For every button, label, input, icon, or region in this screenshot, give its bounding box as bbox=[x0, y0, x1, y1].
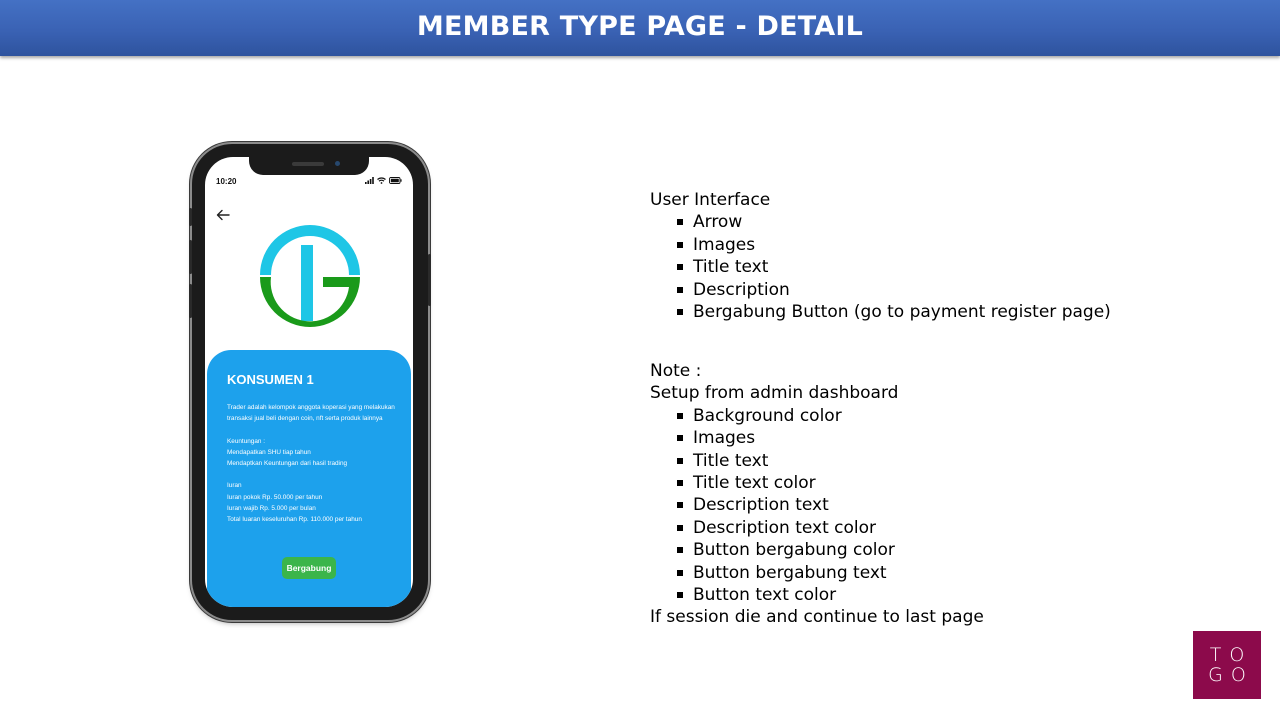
fee-item: Iuran wajib Rp. 5.000 per bulan bbox=[227, 504, 316, 512]
speaker-grill bbox=[292, 162, 324, 166]
session-note: If session die and continue to last page bbox=[650, 607, 984, 628]
benefit-item: Mendapatkan SHU tiap tahun bbox=[227, 448, 311, 456]
setup-item: Button bergabung color bbox=[650, 539, 1170, 561]
description-text: Trader adalah kelompok anggota koperasi … bbox=[227, 404, 395, 423]
setup-item: Button text color bbox=[650, 584, 1170, 606]
badge-line-bottom: GO bbox=[1208, 664, 1254, 686]
fee-item: Iuran pokok Rp. 50.000 per tahun bbox=[227, 493, 323, 501]
setup-items-list: Background color Images Title text Title… bbox=[650, 405, 1170, 607]
setup-item: Button bergabung text bbox=[650, 562, 1170, 584]
setup-item: Title text bbox=[650, 450, 1170, 472]
bergabung-button[interactable]: Bergabung bbox=[282, 557, 336, 579]
status-icons bbox=[365, 176, 402, 184]
volume-down-button bbox=[189, 284, 192, 318]
member-type-title: KONSUMEN 1 bbox=[227, 372, 314, 387]
header-banner: MEMBER TYPE PAGE - DETAIL bbox=[0, 0, 1280, 56]
battery-icon bbox=[389, 177, 402, 184]
ui-item: Title text bbox=[650, 256, 1170, 278]
setup-item: Description text bbox=[650, 494, 1170, 516]
benefit-item: Mendaptkan Keuntungan dari hasil trading bbox=[227, 460, 348, 467]
phone-screen: 10:20 KONSUMEN 1 Trader adalah kelompok … bbox=[205, 157, 413, 607]
mute-switch bbox=[189, 208, 192, 226]
fee-item: Total Iuaran keseluruhan Rp. 110.000 per… bbox=[227, 516, 362, 523]
ui-items-list: Arrow Images Title text Description Berg… bbox=[650, 211, 1170, 323]
phone-mockup: 10:20 KONSUMEN 1 Trader adalah kelompok … bbox=[189, 144, 431, 620]
volume-up-button bbox=[189, 240, 192, 274]
front-camera bbox=[335, 161, 340, 166]
ui-item: Images bbox=[650, 234, 1170, 256]
signal-icon bbox=[365, 177, 374, 184]
slide-title: MEMBER TYPE PAGE - DETAIL bbox=[416, 11, 864, 42]
ui-item: Description bbox=[650, 279, 1170, 301]
member-type-description: Trader adalah kelompok anggota koperasi … bbox=[227, 402, 399, 525]
fees-label: Iuran bbox=[227, 482, 242, 490]
badge-line-top: TO bbox=[1209, 644, 1253, 666]
togo-logo bbox=[260, 225, 360, 327]
setup-item: Images bbox=[650, 427, 1170, 449]
back-arrow-icon[interactable] bbox=[215, 207, 231, 223]
note-heading: Note : bbox=[650, 360, 702, 381]
spec-notes: User Interface Arrow Images Title text D… bbox=[650, 189, 1170, 629]
wifi-icon bbox=[377, 177, 386, 184]
setup-item: Description text color bbox=[650, 517, 1170, 539]
ui-item: Bergabung Button (go to payment register… bbox=[650, 301, 1170, 323]
ui-item: Arrow bbox=[650, 211, 1170, 233]
setup-item: Title text color bbox=[650, 472, 1170, 494]
setup-heading: Setup from admin dashboard bbox=[650, 383, 899, 404]
status-time: 10:20 bbox=[216, 177, 237, 186]
power-button bbox=[428, 254, 431, 306]
ui-heading: User Interface bbox=[650, 190, 771, 210]
setup-item: Background color bbox=[650, 405, 1170, 427]
benefits-label: Keuntungan : bbox=[227, 437, 266, 445]
member-detail-card: KONSUMEN 1 Trader adalah kelompok anggot… bbox=[207, 350, 411, 607]
phone-notch bbox=[249, 157, 369, 175]
togo-brand-badge: TO GO bbox=[1193, 631, 1261, 699]
